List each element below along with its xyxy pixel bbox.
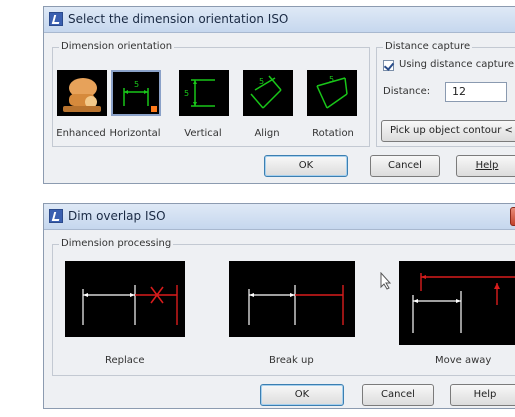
group-label: Dimension processing: [59, 238, 174, 249]
app-icon: [49, 209, 63, 223]
replace-overlap-icon: [82, 285, 178, 325]
option-replace[interactable]: [65, 261, 185, 337]
orientation-label-rotation: Rotation: [312, 128, 354, 139]
break-up-overlap-icon: [248, 285, 344, 325]
using-distance-capture-label: Using distance capture: [399, 59, 514, 70]
dimension-processing-group: Dimension processing Replace Break up Mo…: [52, 238, 515, 376]
aligned-dimension-icon: 5: [243, 70, 293, 116]
dimension-value: 5: [259, 77, 264, 86]
option-label-break-up: Break up: [269, 355, 314, 366]
cancel-button[interactable]: Cancel: [370, 155, 440, 177]
app-icon: [49, 12, 63, 26]
title-bar[interactable]: Dim overlap ISO ✕: [44, 204, 515, 230]
dimension-value: 5: [329, 75, 334, 84]
option-label-replace: Replace: [105, 355, 145, 366]
option-label-move-away: Move away: [435, 355, 492, 366]
pick-up-object-contour-button[interactable]: Pick up object contour <: [381, 120, 515, 142]
using-distance-capture-checkbox[interactable]: [383, 60, 394, 71]
enhanced-dimension-icon: [57, 70, 107, 116]
orientation-horizontal[interactable]: 5: [111, 70, 161, 116]
help-button[interactable]: Help: [450, 384, 515, 406]
distance-label: Distance:: [383, 86, 431, 97]
orientation-label-enhanced: Enhanced: [56, 128, 106, 139]
rotated-dimension-icon: 5: [307, 70, 357, 116]
help-button[interactable]: Help: [456, 155, 515, 177]
dim-overlap-dialog: Dim overlap ISO ✕ Dimension processing: [43, 203, 515, 409]
orientation-align[interactable]: 5: [243, 70, 293, 116]
group-label: Distance capture: [383, 41, 473, 52]
ok-button[interactable]: OK: [260, 384, 344, 406]
orientation-label-vertical: Vertical: [184, 128, 222, 139]
title-bar[interactable]: Select the dimension orientation ISO: [44, 7, 515, 33]
distance-input[interactable]: 12: [445, 82, 507, 102]
option-break-up[interactable]: [229, 261, 355, 337]
orientation-vertical[interactable]: 5: [179, 70, 229, 116]
ok-button[interactable]: OK: [264, 155, 348, 177]
dialog-title: Dim overlap ISO: [68, 209, 166, 223]
mouse-cursor-icon: [380, 272, 392, 290]
cancel-button[interactable]: Cancel: [362, 384, 434, 406]
close-button[interactable]: ✕: [510, 207, 515, 226]
dialog-title: Select the dimension orientation ISO: [68, 12, 289, 26]
group-label: Dimension orientation: [59, 41, 175, 52]
orientation-label-horizontal: Horizontal: [109, 128, 161, 139]
dimension-orientation-group: Dimension orientation 5 5 5 5 Enhanced H…: [52, 41, 370, 147]
dimension-orientation-dialog: Select the dimension orientation ISO Dim…: [43, 6, 515, 184]
horizontal-dimension-icon: 5: [113, 72, 159, 114]
dimension-value: 5: [184, 89, 189, 98]
option-move-away[interactable]: [399, 261, 515, 345]
move-away-overlap-icon: [412, 273, 515, 333]
orientation-label-align: Align: [254, 128, 280, 139]
orientation-rotation[interactable]: 5: [307, 70, 357, 116]
orientation-enhanced[interactable]: [57, 70, 107, 116]
distance-capture-group: Distance capture Using distance capture …: [376, 41, 515, 147]
vertical-dimension-icon: 5: [179, 70, 229, 116]
dimension-value: 5: [134, 80, 139, 89]
